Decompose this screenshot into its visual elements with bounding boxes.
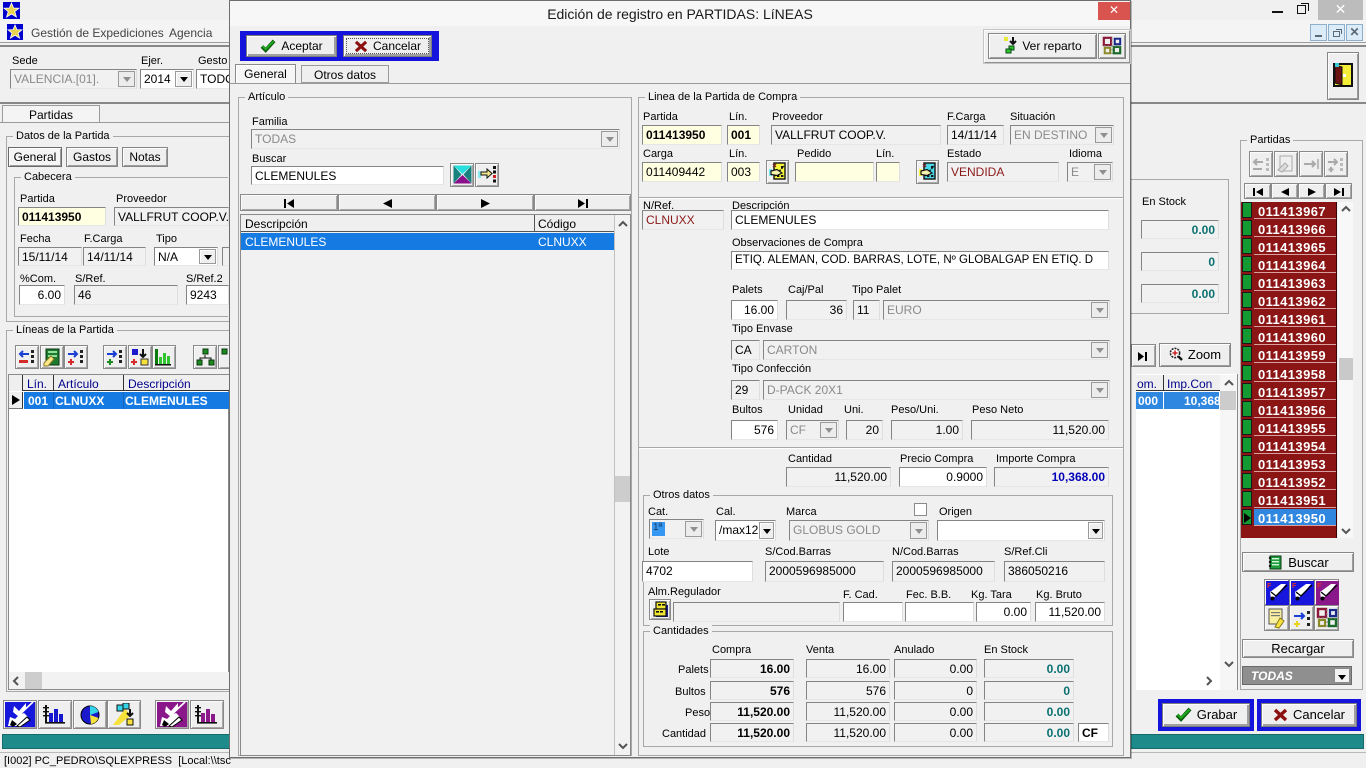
svg-text:F: F: [1267, 583, 1272, 590]
svg-text:F: F: [1317, 583, 1322, 590]
svg-text:F: F: [1292, 583, 1297, 590]
